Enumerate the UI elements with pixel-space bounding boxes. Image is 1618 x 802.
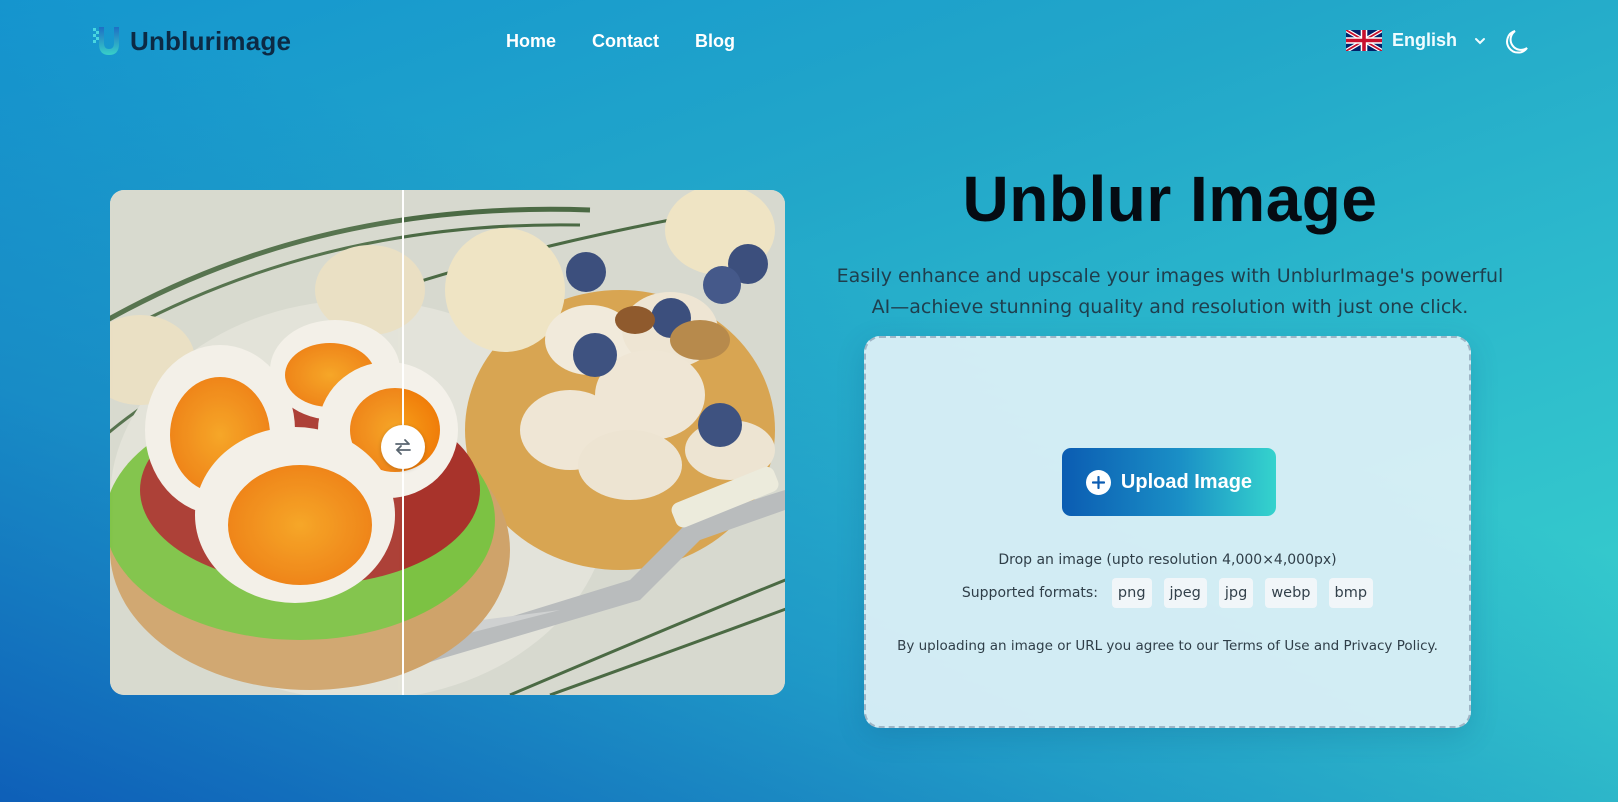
chevron-down-icon [1475, 37, 1486, 44]
upload-button-label: Upload Image [1120, 470, 1253, 493]
drop-instructions: Drop an image (upto resolution 4,000×4,0… [998, 552, 1337, 568]
upload-dropzone[interactable]: Upload Image Drop an image (upto resolut… [864, 336, 1471, 728]
hero-subtitle: Easily enhance and upscale your images w… [815, 261, 1525, 323]
food-photo [110, 190, 785, 695]
format-chip-bmp: bmp [1328, 578, 1374, 608]
page-title: Unblur Image [962, 163, 1378, 235]
moon-icon[interactable] [1505, 28, 1531, 56]
supported-formats: Supported formats: png jpeg jpg webp bmp [866, 578, 1469, 608]
format-chip-jpeg: jpeg [1163, 578, 1207, 608]
language-label: English [1392, 30, 1458, 50]
format-chip-png: png [1111, 578, 1152, 608]
before-after-comparison[interactable] [110, 190, 785, 695]
brand-name: Unblurimage [130, 25, 292, 56]
nav-home[interactable]: Home [506, 31, 556, 52]
compare-slider-handle[interactable] [381, 425, 425, 469]
hero-subtitle-line2: AI—achieve stunning quality and resoluti… [871, 296, 1469, 318]
uk-flag-icon [1346, 30, 1382, 51]
format-chip-webp: webp [1265, 578, 1317, 608]
brand-logo[interactable]: Unblurimage [92, 25, 291, 57]
nav-blog[interactable]: Blog [695, 31, 735, 52]
logo-u-icon [93, 27, 119, 55]
formats-label: Supported formats: [961, 585, 1098, 601]
nav-contact[interactable]: Contact [592, 31, 659, 52]
upload-image-button[interactable]: Upload Image [1062, 448, 1276, 516]
swap-arrows-icon [395, 439, 411, 455]
hero-subtitle-line1: Easily enhance and upscale your images w… [836, 265, 1504, 287]
format-chip-jpg: jpg [1218, 578, 1254, 608]
plus-circle-icon [1085, 469, 1111, 495]
language-selector[interactable]: English [1346, 30, 1487, 51]
terms-notice: By uploading an image or URL you agree t… [897, 638, 1438, 654]
main-nav: Home Contact Blog [506, 31, 735, 52]
site-header: Unblurimage Home Contact Blog English [0, 0, 1618, 86]
